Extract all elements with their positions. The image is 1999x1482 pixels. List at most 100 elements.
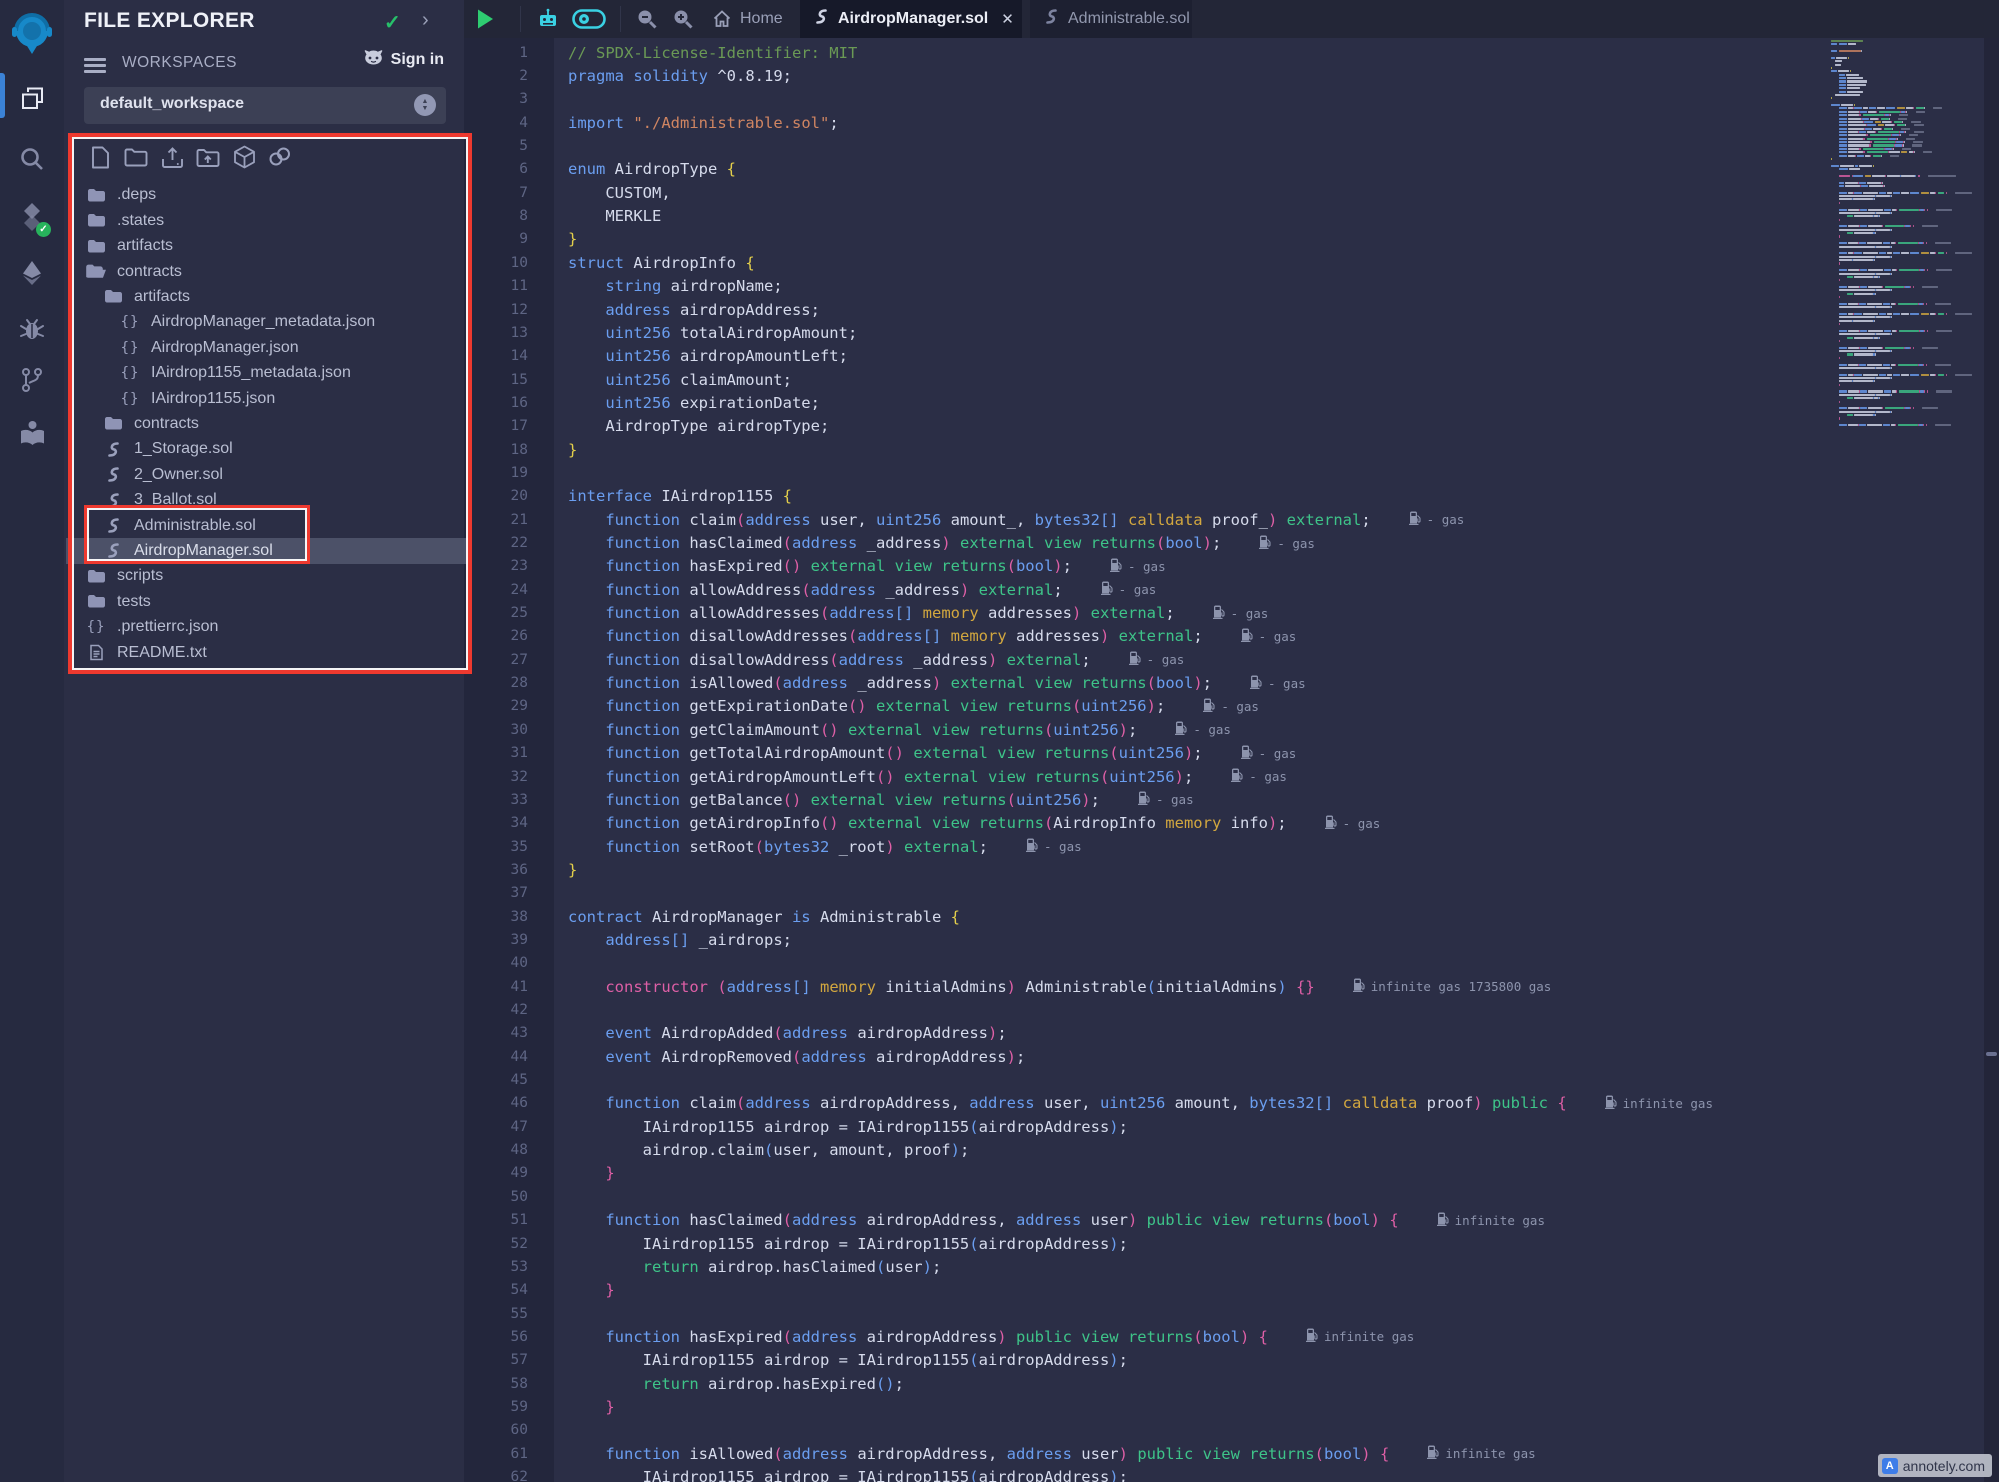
line-number[interactable]: 6 xyxy=(464,161,554,177)
tree-item-IAirdrop1155_metadata.json[interactable]: {}IAirdrop1155_metadata.json xyxy=(66,361,470,386)
line-number[interactable]: 21 xyxy=(464,512,554,528)
line-number[interactable]: 12 xyxy=(464,302,554,318)
line-number[interactable]: 7 xyxy=(464,185,554,201)
line-number[interactable]: 30 xyxy=(464,722,554,738)
line-number[interactable]: 51 xyxy=(464,1212,554,1228)
tree-item-2_Owner.sol[interactable]: 2_Owner.sol xyxy=(66,462,470,487)
remix-logo-icon[interactable] xyxy=(0,8,64,58)
remixai-robot-icon[interactable] xyxy=(536,0,560,38)
new-file-icon[interactable] xyxy=(88,145,112,169)
line-number[interactable]: 8 xyxy=(464,208,554,224)
line-number[interactable]: 29 xyxy=(464,698,554,714)
line-number[interactable]: 14 xyxy=(464,348,554,364)
debugger-icon[interactable] xyxy=(0,304,64,354)
line-number[interactable]: 45 xyxy=(464,1072,554,1088)
line-number[interactable]: 19 xyxy=(464,465,554,481)
file-explorer-icon[interactable] xyxy=(0,73,64,123)
scrollbar-marker[interactable] xyxy=(1986,1052,1997,1056)
tree-item-1_Storage.sol[interactable]: 1_Storage.sol xyxy=(66,437,470,462)
line-number[interactable]: 25 xyxy=(464,605,554,621)
tree-item-scripts[interactable]: scripts xyxy=(66,564,470,589)
line-number[interactable]: 28 xyxy=(464,675,554,691)
line-number[interactable]: 20 xyxy=(464,488,554,504)
line-number[interactable]: 55 xyxy=(464,1306,554,1322)
tree-item-.prettierrc.json[interactable]: {}.prettierrc.json xyxy=(66,615,470,640)
upload-file-icon[interactable] xyxy=(160,145,184,169)
line-number[interactable]: 27 xyxy=(464,652,554,668)
zoom-in-icon[interactable] xyxy=(672,0,694,38)
line-number[interactable]: 53 xyxy=(464,1259,554,1275)
line-number[interactable]: 34 xyxy=(464,815,554,831)
cube-icon[interactable] xyxy=(232,145,256,169)
workspaces-menu-icon[interactable] xyxy=(84,55,106,76)
workspace-cycle-icon[interactable]: ▲▼ xyxy=(414,94,436,116)
line-number[interactable]: 42 xyxy=(464,1002,554,1018)
line-number[interactable]: 49 xyxy=(464,1165,554,1181)
tree-item-tests[interactable]: tests xyxy=(66,589,470,614)
upload-folder-icon[interactable] xyxy=(196,145,220,169)
line-number[interactable]: 5 xyxy=(464,138,554,154)
line-number[interactable]: 58 xyxy=(464,1376,554,1392)
tree-item-clipped[interactable] xyxy=(66,665,470,672)
line-number[interactable]: 24 xyxy=(464,582,554,598)
line-number[interactable]: 50 xyxy=(464,1189,554,1205)
tree-item-contracts[interactable]: contracts xyxy=(66,411,470,436)
line-number[interactable]: 10 xyxy=(464,255,554,271)
line-number[interactable]: 43 xyxy=(464,1025,554,1041)
tree-item-AirdropManager_metadata.json[interactable]: {}AirdropManager_metadata.json xyxy=(66,310,470,335)
line-number[interactable]: 3 xyxy=(464,91,554,107)
panel-collapse-icon[interactable]: › xyxy=(422,9,429,32)
line-number[interactable]: 22 xyxy=(464,535,554,551)
line-number[interactable]: 59 xyxy=(464,1399,554,1415)
line-number[interactable]: 11 xyxy=(464,278,554,294)
tree-item-IAirdrop1155.json[interactable]: {}IAirdrop1155.json xyxy=(66,386,470,411)
line-number[interactable]: 61 xyxy=(464,1446,554,1462)
tab-AirdropManager.sol[interactable]: AirdropManager.sol✕ xyxy=(800,0,1022,38)
tab-home[interactable]: Home xyxy=(712,0,783,38)
tree-item-AirdropManager.json[interactable]: {}AirdropManager.json xyxy=(66,335,470,360)
workspace-selector[interactable]: default_workspace ▲▼ xyxy=(84,87,446,124)
line-number[interactable]: 13 xyxy=(464,325,554,341)
line-number[interactable]: 32 xyxy=(464,769,554,785)
line-number[interactable]: 31 xyxy=(464,745,554,761)
new-folder-icon[interactable] xyxy=(124,145,148,169)
line-number[interactable]: 16 xyxy=(464,395,554,411)
line-number[interactable]: 56 xyxy=(464,1329,554,1345)
line-number[interactable]: 1 xyxy=(464,45,554,61)
line-number[interactable]: 57 xyxy=(464,1352,554,1368)
learneth-icon[interactable] xyxy=(0,408,64,458)
tree-item-contracts[interactable]: contracts xyxy=(66,259,470,284)
line-number[interactable]: 23 xyxy=(464,558,554,574)
line-number[interactable]: 26 xyxy=(464,628,554,644)
line-number[interactable]: 33 xyxy=(464,792,554,808)
line-number[interactable]: 17 xyxy=(464,418,554,434)
scrollbar-track[interactable] xyxy=(1984,38,1999,1482)
ai-copilot-toggle[interactable] xyxy=(572,0,606,38)
tree-item-AirdropManager.sol[interactable]: AirdropManager.sol xyxy=(66,538,470,563)
deploy-run-icon[interactable] xyxy=(0,248,64,298)
tab-close-icon[interactable]: ✕ xyxy=(1001,10,1014,28)
line-number[interactable]: 36 xyxy=(464,862,554,878)
line-number[interactable]: 39 xyxy=(464,932,554,948)
line-number[interactable]: 40 xyxy=(464,955,554,971)
line-number[interactable]: 44 xyxy=(464,1049,554,1065)
solidity-compiler-icon[interactable]: ✓ xyxy=(0,192,64,242)
minimap[interactable] xyxy=(1828,40,1985,430)
line-number[interactable]: 62 xyxy=(464,1469,554,1482)
line-number[interactable]: 15 xyxy=(464,372,554,388)
zoom-out-icon[interactable] xyxy=(636,0,658,38)
line-number[interactable]: 47 xyxy=(464,1119,554,1135)
line-number[interactable]: 9 xyxy=(464,231,554,247)
line-number[interactable]: 46 xyxy=(464,1095,554,1111)
line-number[interactable]: 37 xyxy=(464,885,554,901)
tree-item-README.txt[interactable]: README.txt xyxy=(66,640,470,665)
tree-item-.deps[interactable]: .deps xyxy=(66,183,470,208)
git-icon[interactable] xyxy=(0,355,64,405)
line-number[interactable]: 35 xyxy=(464,839,554,855)
tree-item-.states[interactable]: .states xyxy=(66,208,470,233)
link-icon[interactable] xyxy=(268,145,292,169)
search-icon[interactable] xyxy=(0,134,64,184)
tree-item-artifacts[interactable]: artifacts xyxy=(66,234,470,259)
run-script-button[interactable] xyxy=(476,0,495,38)
line-number[interactable]: 38 xyxy=(464,909,554,925)
